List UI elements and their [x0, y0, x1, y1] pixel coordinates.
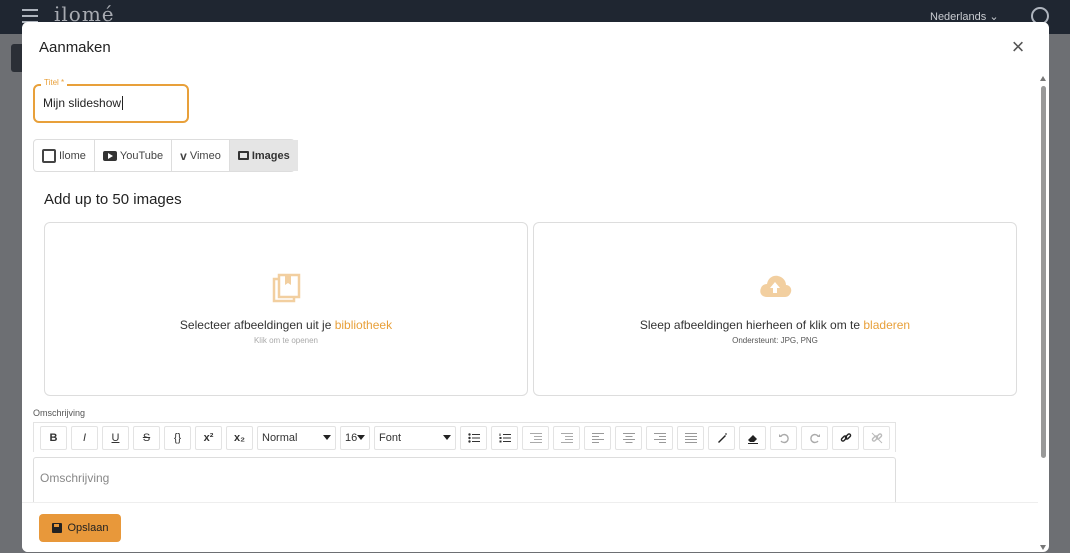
images-icon — [237, 151, 249, 160]
scroll-thumb[interactable] — [1041, 86, 1046, 458]
font-family-select[interactable]: Font — [374, 425, 456, 450]
strikethrough-button[interactable]: S — [133, 425, 160, 450]
numbered-list-icon[interactable] — [491, 425, 518, 450]
hamburger-menu-icon[interactable] — [22, 9, 38, 23]
create-modal: Aanmaken × Titel * Mijn slideshow Ilome … — [22, 22, 1049, 552]
youtube-icon — [102, 150, 117, 161]
description-label: Omschrijving — [33, 408, 86, 418]
tab-vimeo[interactable]: v Vimeo — [172, 140, 230, 171]
scroll-up-icon[interactable] — [1040, 76, 1046, 81]
italic-button[interactable]: I — [71, 425, 98, 450]
tab-images[interactable]: Images — [229, 140, 298, 171]
cloud-upload-icon — [760, 275, 792, 297]
tab-youtube[interactable]: YouTube — [95, 140, 173, 171]
undo-icon[interactable] — [770, 425, 797, 450]
close-icon[interactable]: × — [1008, 36, 1028, 58]
tab-ilome[interactable]: Ilome — [34, 140, 95, 171]
indent-icon[interactable] — [553, 425, 580, 450]
bold-button[interactable]: B — [40, 425, 67, 450]
clear-format-icon[interactable] — [739, 425, 766, 450]
unlink-icon[interactable] — [863, 425, 890, 450]
code-button[interactable]: {} — [164, 425, 191, 450]
scroll-down-icon[interactable] — [1040, 545, 1046, 550]
subscript-button[interactable]: x₂ — [226, 425, 253, 450]
align-center-icon[interactable] — [615, 425, 642, 450]
upload-text: Sleep afbeeldingen hierheen of klik om t… — [639, 318, 911, 332]
outdent-icon[interactable] — [522, 425, 549, 450]
text-color-icon[interactable] — [708, 425, 735, 450]
align-right-icon[interactable] — [646, 425, 673, 450]
link-icon[interactable] — [832, 425, 859, 450]
align-left-icon[interactable] — [584, 425, 611, 450]
heading-select[interactable]: Normal — [257, 425, 336, 450]
modal-title: Aanmaken — [39, 39, 111, 56]
description-placeholder: Omschrijving — [40, 471, 110, 485]
font-size-select[interactable]: 16 — [340, 425, 370, 450]
align-justify-icon[interactable] — [677, 425, 704, 450]
upload-subtext: Ondersteunt: JPG, PNG — [732, 336, 818, 345]
modal-footer: Opslaan — [22, 502, 1038, 552]
modal-scrollbar[interactable] — [1038, 74, 1048, 552]
vimeo-icon: v — [180, 148, 187, 163]
title-input[interactable]: Mijn slideshow — [43, 96, 124, 110]
superscript-button[interactable]: x² — [195, 425, 222, 450]
title-field[interactable]: Titel * Mijn slideshow — [33, 78, 189, 123]
save-button[interactable]: Opslaan — [39, 514, 121, 542]
redo-icon[interactable] — [801, 425, 828, 450]
library-subtext: Klik om te openen — [253, 336, 319, 345]
bullet-list-icon[interactable] — [460, 425, 487, 450]
title-field-label: Titel * — [41, 78, 68, 87]
source-tabs: Ilome YouTube v Vimeo Images — [33, 139, 298, 172]
library-icon — [272, 273, 301, 303]
library-text: Selecteer afbeeldingen uit je bibliothee… — [179, 318, 393, 332]
library-link[interactable]: bibliotheek — [335, 318, 392, 332]
underline-button[interactable]: U — [102, 425, 129, 450]
browse-link[interactable]: bladeren — [863, 318, 910, 332]
ilome-icon — [42, 148, 56, 163]
images-heading: Add up to 50 images — [44, 191, 182, 208]
editor-toolbar: B I U S {} x² x₂ Normal 16 Font — [33, 422, 896, 452]
upload-dropzone[interactable]: Sleep afbeeldingen hierheen of klik om t… — [533, 222, 1017, 396]
save-icon — [51, 523, 62, 533]
library-dropzone[interactable]: Selecteer afbeeldingen uit je bibliothee… — [44, 222, 528, 396]
